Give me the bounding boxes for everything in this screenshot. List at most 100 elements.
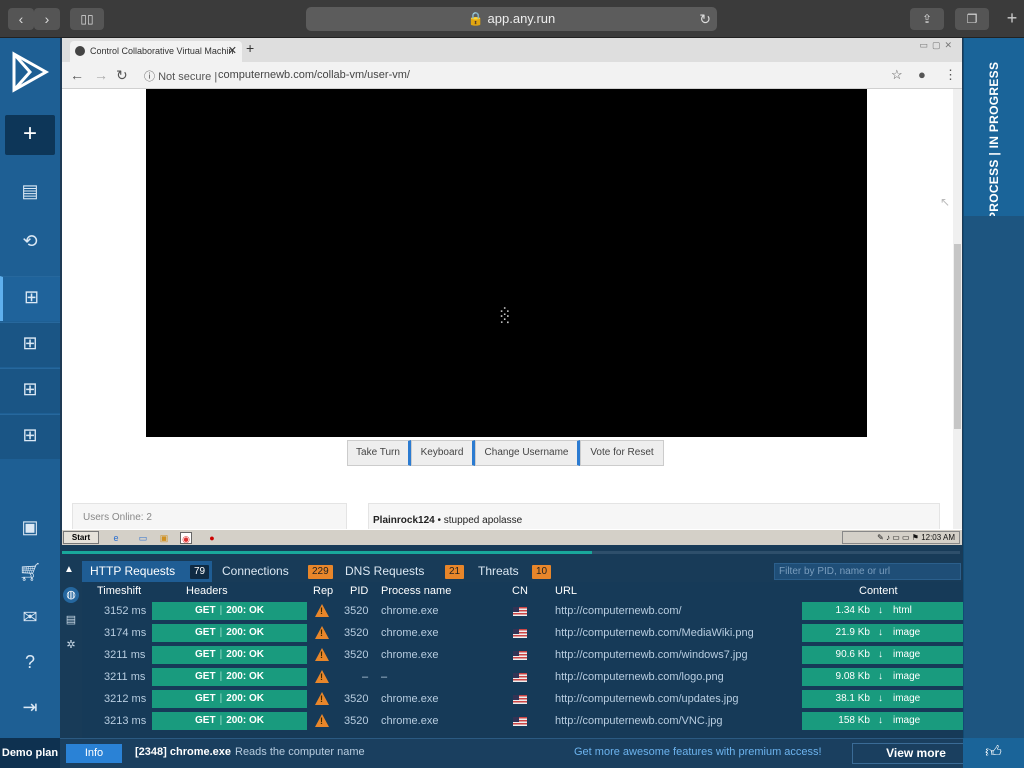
vm-scrollbar[interactable] [953, 89, 962, 529]
tabs-icon: ❐ [966, 12, 978, 26]
folder-icon[interactable]: ▭ [137, 532, 149, 544]
user-icon: ▣ [21, 517, 39, 537]
sidebar-toggle-button[interactable]: ▯▯ [70, 8, 104, 30]
filter-input[interactable]: Filter by PID, name or url [774, 563, 961, 580]
change-username-button[interactable]: Change Username [475, 440, 580, 466]
count-badge: 79 [190, 565, 210, 579]
col-content: Content [859, 585, 898, 597]
table-row[interactable]: 3213 ms GET | 200: OK ! 3520 chrome.exe ht… [82, 710, 963, 732]
favicon-icon [75, 46, 85, 56]
file-icon[interactable]: ▤ [63, 612, 79, 628]
windows-icon: ⊞ [23, 287, 40, 307]
ie-icon[interactable]: e [110, 532, 122, 544]
scroll-thumb[interactable] [954, 244, 961, 429]
vm-address[interactable]: computernewb.com/collab-vm/user-vm/ [218, 69, 410, 81]
right-panel[interactable]: ▶ PROCESS | IN PROGRESS [963, 38, 1024, 738]
chevron-right-icon: › [44, 11, 50, 27]
reload-icon[interactable]: ↻ [699, 7, 711, 31]
table-row[interactable]: 3212 ms GET | 200: OK ! 3520 chrome.exe ht… [82, 688, 963, 710]
new-task-button[interactable]: + [5, 115, 55, 155]
url-field[interactable]: 🔒 app.any.run ↻ [306, 7, 717, 31]
sidebar-icon: ▯▯ [80, 12, 94, 26]
us-flag-icon [513, 673, 527, 682]
back-button[interactable]: ‹ [8, 8, 34, 30]
forward-button[interactable]: › [34, 8, 60, 30]
network-panel: ▲ HTTP Requests 79 Connections 229 DNS R… [60, 545, 963, 738]
left-sidebar: + ▤ ⟲ ⊞ ⊞ ⊞ ⊞ ▣ 🛒︎ ✉ ? ⇥ [0, 38, 60, 738]
users-online: Users Online: 2 [72, 503, 347, 529]
count-badge: 229 [308, 565, 333, 579]
us-flag-icon [513, 629, 527, 638]
chrome-icon[interactable]: ◉ [180, 532, 192, 544]
close-icon[interactable]: ✕ [228, 41, 237, 62]
task-windows-2[interactable]: ⊞ [0, 322, 60, 367]
count-badge: 21 [445, 565, 465, 579]
bug-icon[interactable]: ✲ [63, 637, 79, 653]
table-row[interactable]: 3211 ms GET | 200: OK ! 3520 chrome.exe ht… [82, 644, 963, 666]
window-controls-icon[interactable]: ▭▢✕ [919, 40, 956, 51]
download-icon: ↓ [878, 671, 883, 682]
take-turn-button[interactable]: Take Turn [347, 440, 411, 466]
profile-button[interactable]: ▣ [0, 507, 60, 547]
star-icon[interactable]: ☆ [891, 67, 903, 83]
globe-icon[interactable]: ◍ [63, 587, 79, 603]
tabs-button[interactable]: ❐ [955, 8, 989, 30]
collapse-icon[interactable]: ▲ [64, 564, 74, 575]
task-windows-4[interactable]: ⊞ [0, 414, 60, 459]
menu-icon[interactable]: ⋮ [944, 67, 957, 83]
alert-icon[interactable]: ● [206, 532, 218, 544]
loading-spinner-icon: ⁘ ⁙ [498, 304, 512, 329]
us-flag-icon [513, 607, 527, 616]
vm-chrome-addressbar: ← → ↻ ⓘ Not secure | computernewb.com/co… [62, 62, 962, 89]
view-more-button[interactable]: View more [852, 743, 980, 764]
tab-threats[interactable]: Threats 10 [470, 561, 556, 582]
table-row[interactable]: 3211 ms GET | 200: OK ! – – http://compute… [82, 666, 963, 688]
account-icon[interactable]: ● [918, 67, 926, 82]
tab-connections[interactable]: Connections 229 [214, 561, 335, 582]
col-pid: PID [350, 585, 369, 597]
warning-icon: ! [315, 626, 329, 639]
warning-icon: ! [315, 692, 329, 705]
vm-screen[interactable]: ⁘ ⁙ ↖ [146, 89, 950, 437]
reports-button[interactable]: ▤ [0, 171, 60, 211]
reload-icon[interactable]: ↻ [116, 67, 128, 84]
system-tray: ✎ ♪ ▭ ▭ ⚑ 12:03 AM [842, 531, 960, 544]
col-rep: Rep [313, 585, 334, 597]
clock: 12:03 AM [921, 533, 955, 542]
us-flag-icon [513, 651, 527, 660]
logout-icon: ⇥ [22, 697, 38, 717]
vm-chrome-tab[interactable]: Control Collaborative Virtual Machin ✕ [70, 41, 242, 62]
plus-icon: + [22, 120, 37, 147]
vm-chrome-tabstrip: Control Collaborative Virtual Machin ✕ +… [62, 38, 962, 62]
windows-icon: ⊞ [22, 425, 38, 445]
tab-dns-requests[interactable]: DNS Requests 21 [337, 561, 465, 582]
forward-arrow-icon[interactable]: → [94, 67, 108, 83]
plus-icon: + [1006, 8, 1018, 28]
history-button[interactable]: ⟲ [0, 221, 60, 261]
task-windows-1[interactable]: ⊞ [0, 276, 60, 321]
info-button[interactable]: Info [66, 744, 122, 763]
us-flag-icon [513, 717, 527, 726]
task-progress [60, 545, 963, 561]
thumbs-up-icon[interactable]: 👍︎ [963, 738, 1024, 768]
task-windows-3[interactable]: ⊞ [0, 368, 60, 413]
share-icon: ⇪ [921, 12, 933, 26]
status-process[interactable]: [2348] chrome.exe [135, 746, 231, 758]
new-tab-icon[interactable]: + [246, 40, 254, 56]
logout-button[interactable]: ⇥ [0, 687, 60, 727]
windows-icon: ⊞ [22, 333, 38, 353]
table-row[interactable]: 3174 ms GET | 200: OK ! 3520 chrome.exe ht… [82, 622, 963, 644]
table-row[interactable]: 3152 ms GET | 200: OK ! 3520 chrome.exe ht… [82, 600, 963, 622]
mail-button[interactable]: ✉ [0, 597, 60, 637]
share-button[interactable]: ⇪ [910, 8, 944, 30]
keyboard-button[interactable]: Keyboard [411, 440, 475, 466]
vote-reset-button[interactable]: Vote for Reset [580, 440, 664, 466]
media-icon[interactable]: ▣ [158, 532, 170, 544]
windows-icon: ⊞ [22, 379, 38, 399]
help-button[interactable]: ? [0, 642, 60, 682]
tab-http-requests[interactable]: HTTP Requests 79 [82, 561, 212, 582]
back-arrow-icon[interactable]: ← [70, 67, 84, 83]
start-button[interactable]: Start [63, 531, 99, 544]
cart-button[interactable]: 🛒︎ [0, 552, 60, 592]
new-tab-button[interactable]: + [1000, 8, 1024, 38]
